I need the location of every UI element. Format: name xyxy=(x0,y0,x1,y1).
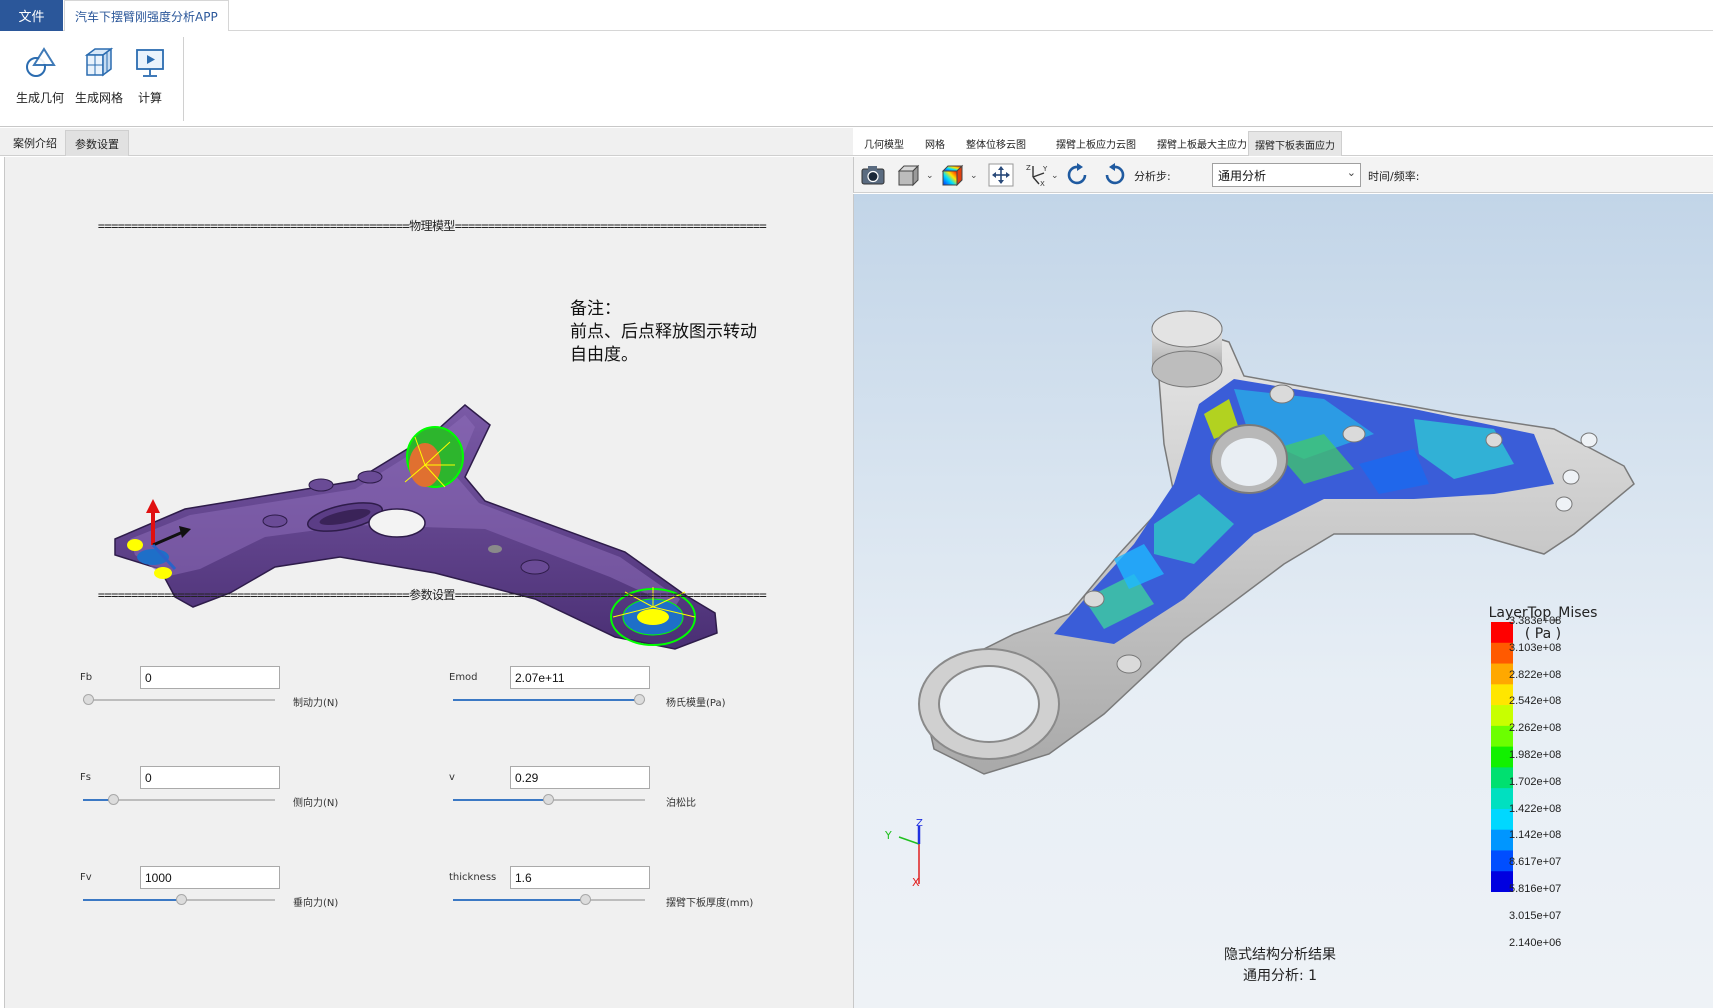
note-text: 备注： 前点、后点释放图示转动 自由度。 xyxy=(570,298,757,367)
parameter-panel: ========================================… xyxy=(4,157,853,1008)
legend-value-label: 1.982e+08 xyxy=(1509,749,1562,761)
generate-mesh-button[interactable]: 生成网格 xyxy=(67,45,131,125)
param-thickness-input[interactable] xyxy=(510,866,650,889)
compute-icon xyxy=(136,49,164,77)
note-line-3: 自由度。 xyxy=(570,345,638,365)
file-menu[interactable]: 文件 xyxy=(0,0,63,31)
param-fs-unit: 侧向力(N) xyxy=(293,798,339,809)
param-emod-unit: 杨氏模量(Pa) xyxy=(666,698,726,709)
param-fv-name: Fv xyxy=(80,872,92,883)
param-fs-name: Fs xyxy=(80,772,91,783)
axis-x-label: X xyxy=(912,876,920,889)
tab-parameter-settings[interactable]: 参数设置 xyxy=(65,130,129,156)
result-caption: 隐式结构分析结果 通用分析: 1 xyxy=(1180,945,1380,987)
tab-case-intro[interactable]: 案例介绍 xyxy=(4,130,66,156)
param-fb-input[interactable] xyxy=(140,666,280,689)
param-v-input[interactable] xyxy=(510,766,650,789)
note-line-2: 前点、后点释放图示转动 xyxy=(570,322,757,342)
tab-geometry-model[interactable]: 几何模型 xyxy=(858,131,910,156)
legend-value-label: 3.383e+08 xyxy=(1509,615,1562,627)
param-fb-name: Fb xyxy=(80,672,93,683)
tab-upper-plate-max-principal[interactable]: 摆臂上板最大主应力 xyxy=(1151,131,1253,156)
legend-value-label: 1.422e+08 xyxy=(1509,802,1562,815)
legend-value-label: 1.702e+08 xyxy=(1509,775,1562,788)
left-tab-bar: 案例介绍 参数设置 xyxy=(0,128,853,156)
time-frequency-label: 时间/频率: xyxy=(1368,170,1420,183)
generate-mesh-label: 生成网格 xyxy=(74,91,123,105)
camera-icon[interactable] xyxy=(858,161,888,189)
compute-button[interactable]: 计算 xyxy=(128,45,172,125)
generate-geometry-button[interactable]: 生成几何 xyxy=(8,45,72,125)
param-thickness-unit: 摆臂下板厚度(mm) xyxy=(666,898,754,909)
legend-value-label: 1.142e+08 xyxy=(1509,829,1562,842)
result-caption-line-2: 通用分析: 1 xyxy=(1242,968,1318,984)
param-section-divider: ========================================… xyxy=(97,588,767,602)
param-thickness-name: thickness xyxy=(449,872,497,883)
result-tab-bar: 几何模型 网格 整体位移云图 摆臂上板应力云图 摆臂上板最大主应力 摆臂下板表面… xyxy=(853,128,1713,156)
param-thickness-slider[interactable] xyxy=(453,894,645,906)
ribbon-separator xyxy=(183,37,184,121)
legend-value-label: 8.617e+07 xyxy=(1509,856,1562,869)
axis-orientation-icon[interactable]: Z YX xyxy=(1022,161,1052,189)
menubar: 文件 汽车下摆臂刚强度分析APP xyxy=(0,0,1713,32)
app-ribbon-tab[interactable]: 汽车下摆臂刚强度分析APP xyxy=(64,0,229,32)
chevron-down-icon: ⌄ xyxy=(1346,167,1356,179)
tab-overall-displacement[interactable]: 整体位移云图 xyxy=(960,131,1032,156)
legend-value-label: 2.542e+08 xyxy=(1509,695,1562,708)
result-viewport[interactable]: X Y Z xyxy=(853,194,1713,1008)
analysis-step-value: 通用分析 xyxy=(1218,169,1267,183)
svg-text:X: X xyxy=(1040,180,1045,187)
param-fb-unit: 制动力(N) xyxy=(293,698,339,709)
analysis-step-label: 分析步: xyxy=(1134,170,1171,183)
result-caption-line-1: 隐式结构分析结果 xyxy=(1224,947,1336,963)
ribbon: 生成几何 生成网格 计算 xyxy=(0,31,1713,127)
tab-mesh[interactable]: 网格 xyxy=(919,131,951,156)
model-section-divider: ========================================… xyxy=(97,219,767,233)
rotate-cw-icon[interactable] xyxy=(1063,161,1093,189)
contour-dropdown-icon[interactable]: ⌄ xyxy=(970,171,978,181)
param-emod-name: Emod xyxy=(449,672,478,683)
stress-contour-model: X Y Z xyxy=(884,310,1635,889)
param-fv-input[interactable] xyxy=(140,866,280,889)
param-emod-slider[interactable] xyxy=(453,694,645,706)
axis-z-label: Z xyxy=(916,818,923,829)
param-v-unit: 泊松比 xyxy=(666,798,696,809)
generate-geometry-label: 生成几何 xyxy=(15,91,64,105)
legend-value-label: 2.262e+08 xyxy=(1509,722,1562,735)
param-emod-input[interactable] xyxy=(510,666,650,689)
mesh-icon xyxy=(84,47,114,77)
svg-text:Z: Z xyxy=(1026,164,1031,172)
axis-y-label: Y xyxy=(884,829,892,842)
param-v-slider[interactable] xyxy=(453,794,645,806)
viewer-toolbar: ⌄ ⌄ Z YX ⌄ 分析步: 通用分析 ⌄ 时间/频率: xyxy=(853,157,1713,193)
tab-lower-plate-surface-stress[interactable]: 摆臂下板表面应力 xyxy=(1248,131,1342,156)
tab-upper-plate-stress[interactable]: 摆臂上板应力云图 xyxy=(1050,131,1142,156)
svg-text:Y: Y xyxy=(1042,165,1048,173)
rotate-ccw-icon[interactable] xyxy=(1099,161,1129,189)
legend-value-label: 5.816e+07 xyxy=(1509,883,1562,895)
legend-value-label: 2.140e+06 xyxy=(1509,936,1562,949)
param-fs-slider[interactable] xyxy=(83,794,275,806)
view-cube-icon[interactable] xyxy=(894,161,924,189)
legend-value-label: 3.015e+07 xyxy=(1509,909,1562,922)
contour-icon[interactable] xyxy=(938,161,968,189)
legend-value-label: 3.103e+08 xyxy=(1509,641,1562,654)
param-v-name: v xyxy=(449,772,455,783)
pan-icon[interactable] xyxy=(986,161,1016,189)
analysis-step-select[interactable]: 通用分析 ⌄ xyxy=(1212,163,1361,187)
param-fb-slider[interactable] xyxy=(83,694,275,706)
param-fv-unit: 垂向力(N) xyxy=(293,898,339,909)
note-line-1: 备注： xyxy=(570,299,621,319)
param-fs-input[interactable] xyxy=(140,766,280,789)
legend-value-label: 2.822e+08 xyxy=(1509,668,1562,681)
compute-label: 计算 xyxy=(137,91,162,105)
view-cube-dropdown-icon[interactable]: ⌄ xyxy=(926,171,934,181)
axis-dropdown-icon[interactable]: ⌄ xyxy=(1051,171,1059,181)
geometry-icon xyxy=(26,47,56,77)
param-fv-slider[interactable] xyxy=(83,894,275,906)
